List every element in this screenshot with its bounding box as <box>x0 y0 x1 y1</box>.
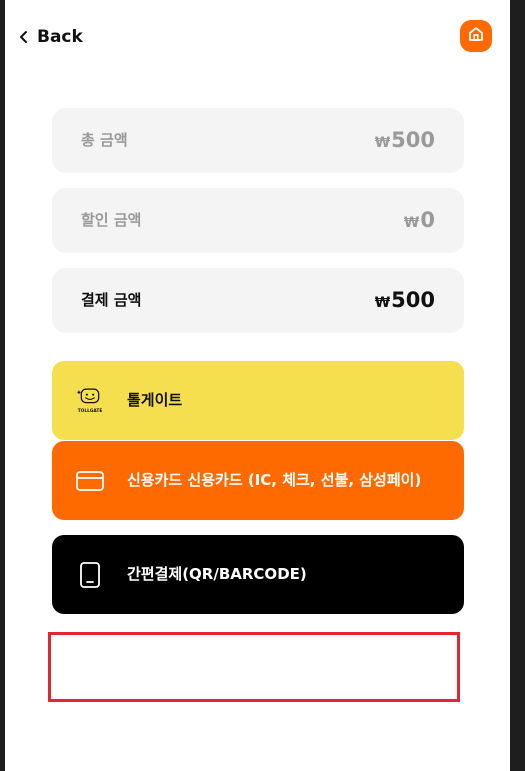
discount-amount-label: 할인 금액 <box>81 211 142 229</box>
simple-pay-label: 간편결제(QR/BARCODE) <box>127 565 307 583</box>
top-bar: Back <box>5 0 510 72</box>
back-button[interactable]: Back <box>19 24 83 50</box>
discount-amount-row: 할인 금액 ₩0 <box>52 188 464 253</box>
credit-card-icon <box>75 461 105 501</box>
credit-card-pay-button[interactable]: 신용카드 신용카드 (IC, 체크, 선불, 삼성페이) <box>52 441 464 520</box>
payment-screen: Back 총 금액 ₩500 할인 금액 ₩0 결제 금액 ₩500 TOLLG… <box>5 0 510 771</box>
payment-amount-label: 결제 금액 <box>81 291 142 309</box>
home-button[interactable] <box>460 20 492 52</box>
discount-amount-value: ₩0 <box>403 208 435 232</box>
tollgate-label: 톨게이트 <box>127 391 183 409</box>
tollgate-pay-button[interactable]: TOLLGATE 톨게이트 <box>52 361 464 440</box>
chevron-left-icon <box>19 30 29 44</box>
tollgate-logo: TOLLGATE <box>75 381 105 421</box>
back-label: Back <box>37 27 83 47</box>
highlight-box <box>48 632 460 702</box>
total-amount-row: 총 금액 ₩500 <box>52 108 464 173</box>
payment-amount-value: ₩500 <box>374 288 435 312</box>
svg-text:TOLLGATE: TOLLGATE <box>78 408 103 414</box>
payment-amount-row: 결제 금액 ₩500 <box>52 268 464 333</box>
total-amount-value: ₩500 <box>374 128 435 152</box>
total-amount-label: 총 금액 <box>81 131 128 149</box>
credit-card-label: 신용카드 신용카드 (IC, 체크, 선불, 삼성페이) <box>127 471 422 489</box>
mobile-phone-icon <box>75 555 105 595</box>
home-icon <box>467 25 485 47</box>
simple-pay-button[interactable]: 간편결제(QR/BARCODE) <box>52 535 464 614</box>
